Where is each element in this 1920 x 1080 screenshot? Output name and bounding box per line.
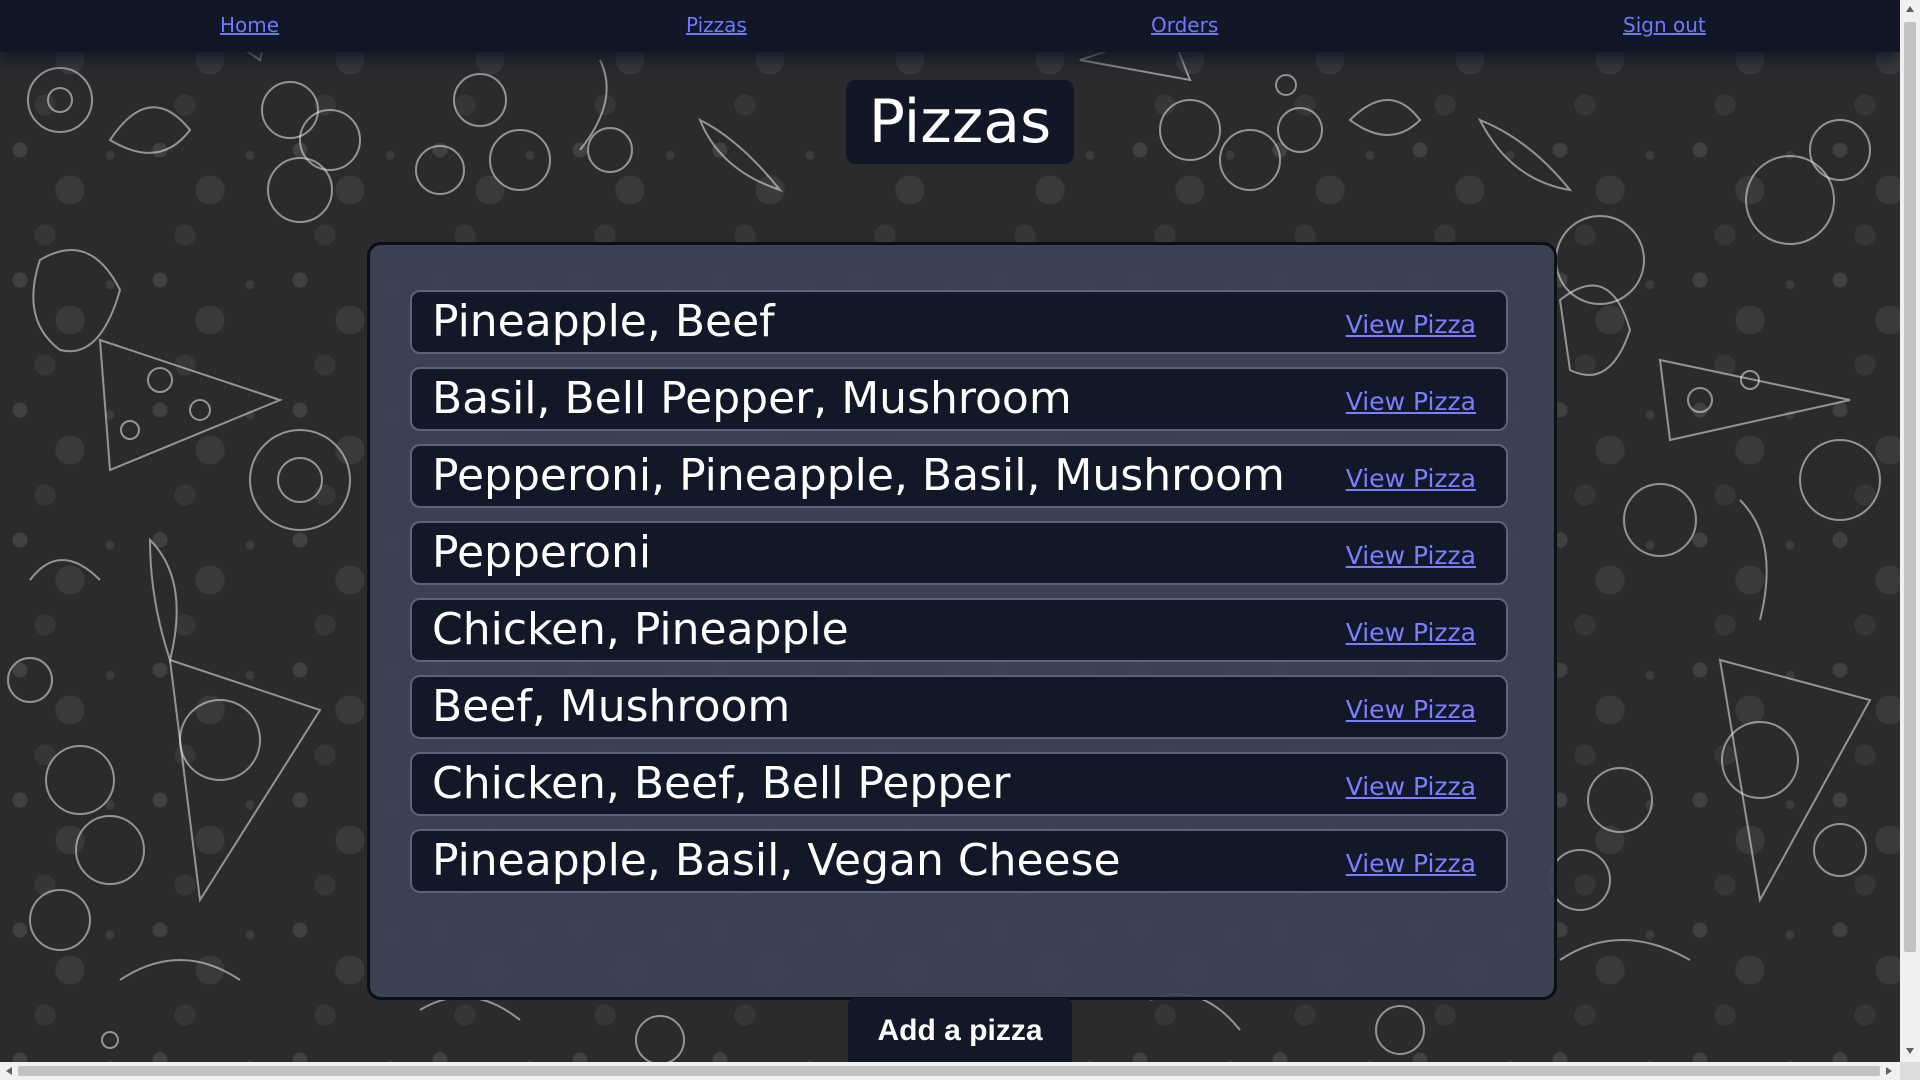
horizontal-scrollbar[interactable]	[0, 1062, 1900, 1080]
nav-orders-link[interactable]: Orders	[1151, 13, 1218, 37]
pizza-list-panel: Pineapple, Beef View Pizza Basil, Bell P…	[367, 242, 1557, 1000]
pizza-list-item: Pepperoni, Pineapple, Basil, Mushroom Vi…	[410, 444, 1508, 508]
view-pizza-link[interactable]: View Pizza	[1346, 541, 1476, 570]
pizza-name: Basil, Bell Pepper, Mushroom	[432, 373, 1072, 424]
pizza-name: Beef, Mushroom	[432, 681, 791, 732]
page-viewport: Home Pizzas Orders Sign out Pizzas Pinea…	[0, 0, 1900, 1062]
horizontal-scroll-thumb[interactable]	[18, 1066, 1880, 1076]
view-pizza-link[interactable]: View Pizza	[1346, 618, 1476, 647]
pizza-name: Pineapple, Basil, Vegan Cheese	[432, 835, 1121, 886]
pizza-list-item: Chicken, Pineapple View Pizza	[410, 598, 1508, 662]
view-pizza-link[interactable]: View Pizza	[1346, 695, 1476, 724]
pizza-name: Pepperoni, Pineapple, Basil, Mushroom	[432, 450, 1285, 501]
pizza-name: Chicken, Beef, Bell Pepper	[432, 758, 1011, 809]
nav-pizzas-link[interactable]: Pizzas	[686, 13, 747, 37]
page-title-box: Pizzas	[846, 80, 1074, 164]
view-pizza-link[interactable]: View Pizza	[1346, 464, 1476, 493]
pizza-list-item: Basil, Bell Pepper, Mushroom View Pizza	[410, 367, 1508, 431]
pizza-name: Pineapple, Beef	[432, 296, 775, 347]
add-pizza-button[interactable]: Add a pizza	[848, 998, 1072, 1062]
nav-sign-out-link[interactable]: Sign out	[1623, 13, 1706, 37]
nav-home-link[interactable]: Home	[220, 13, 279, 37]
scroll-up-arrow-icon[interactable]	[1906, 6, 1914, 12]
scroll-right-arrow-icon[interactable]	[1886, 1067, 1892, 1075]
pizza-name: Chicken, Pineapple	[432, 604, 849, 655]
top-navbar: Home Pizzas Orders Sign out	[0, 0, 1900, 52]
scroll-left-arrow-icon[interactable]	[6, 1067, 12, 1075]
view-pizza-link[interactable]: View Pizza	[1346, 387, 1476, 416]
scroll-down-arrow-icon[interactable]	[1906, 1048, 1914, 1054]
view-pizza-link[interactable]: View Pizza	[1346, 849, 1476, 878]
vertical-scrollbar[interactable]	[1900, 0, 1920, 1062]
pizza-name: Pepperoni	[432, 527, 652, 578]
pizza-list-item: Pepperoni View Pizza	[410, 521, 1508, 585]
pizza-list-item: Beef, Mushroom View Pizza	[410, 675, 1508, 739]
view-pizza-link[interactable]: View Pizza	[1346, 310, 1476, 339]
pizza-list-item: Pineapple, Basil, Vegan Cheese View Pizz…	[410, 829, 1508, 893]
scrollbar-corner	[1900, 1062, 1920, 1080]
pizza-list-item: Chicken, Beef, Bell Pepper View Pizza	[410, 752, 1508, 816]
view-pizza-link[interactable]: View Pizza	[1346, 772, 1476, 801]
vertical-scroll-thumb[interactable]	[1904, 22, 1916, 952]
page-title: Pizzas	[868, 87, 1052, 157]
pizza-list-item: Pineapple, Beef View Pizza	[410, 290, 1508, 354]
